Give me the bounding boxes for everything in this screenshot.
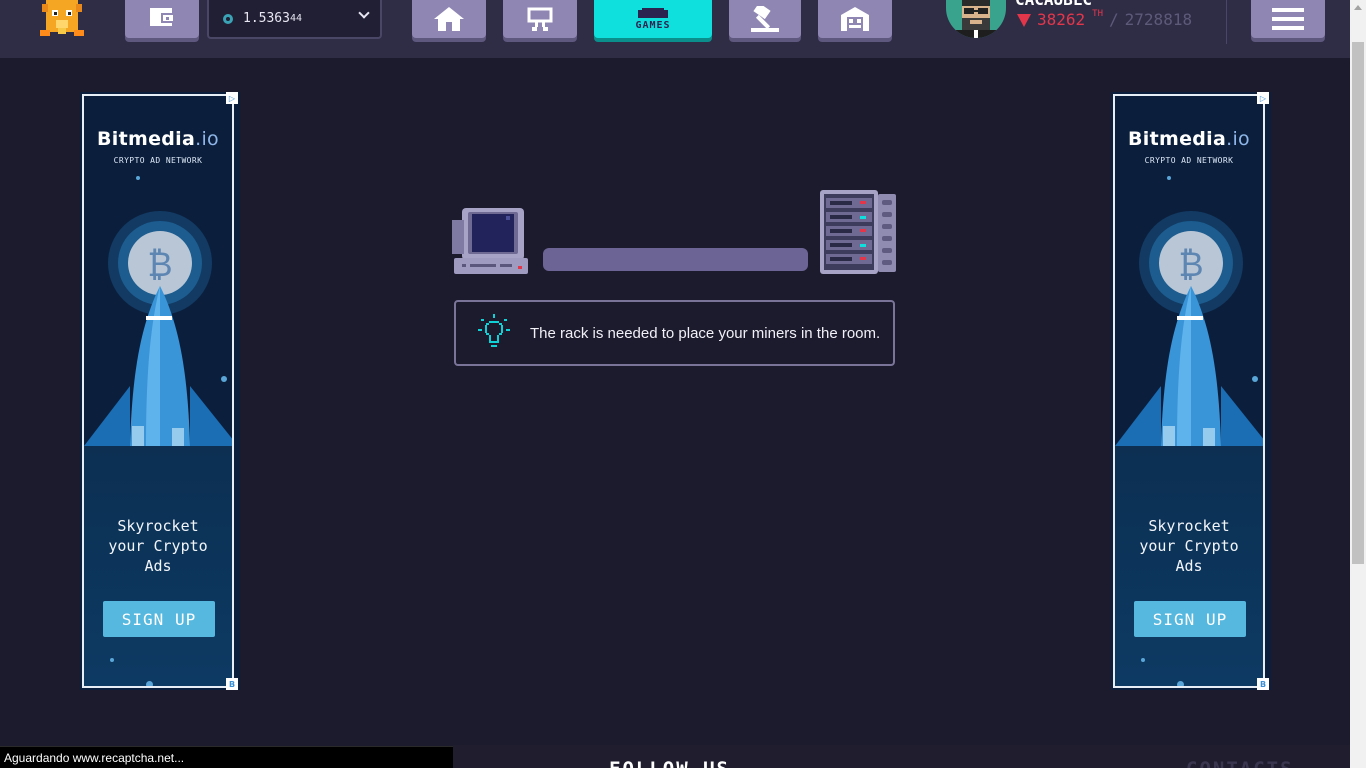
power-down-icon xyxy=(1017,14,1031,27)
balance-value: 1.5363 xyxy=(243,11,290,26)
rocket-illustration: ₿ xyxy=(84,211,232,446)
left-ad[interactable]: Bitmedia.io CRYPTO AD NETWORK ₿ Skyrocke… xyxy=(80,92,240,690)
market-icon xyxy=(527,7,553,31)
storage-button[interactable] xyxy=(818,0,892,38)
ad-signup-button[interactable]: SIGN UP xyxy=(1134,601,1246,637)
ad-network-label: CRYPTO AD NETWORK xyxy=(1144,156,1234,165)
username: CACAUBLC xyxy=(1015,0,1092,9)
menu-button[interactable] xyxy=(1251,0,1325,38)
top-header: 1.5363 44 GAMES 38262 TH / 2728818 xyxy=(0,0,1350,58)
market-button[interactable] xyxy=(503,0,577,38)
home-button[interactable] xyxy=(412,0,486,38)
power-value: 38262 xyxy=(1037,10,1086,29)
games-tab[interactable]: GAMES xyxy=(594,0,712,38)
scroll-up-arrow-icon[interactable] xyxy=(1354,5,1362,10)
ad-slogan: Skyrocket your Crypto Ads xyxy=(1139,517,1239,575)
storage-icon xyxy=(839,7,871,31)
gamepad-icon xyxy=(638,7,668,18)
chevron-down-icon xyxy=(358,7,370,19)
ad-star xyxy=(146,681,153,686)
ad-choices-icon[interactable]: ▷ xyxy=(226,92,238,104)
avatar[interactable] xyxy=(946,0,1006,38)
computer-icon xyxy=(452,208,530,280)
header-divider xyxy=(1226,0,1227,44)
follow-us-heading: FOLLOW US xyxy=(609,758,730,768)
wallet-button[interactable] xyxy=(125,0,199,38)
balance-small-digits: 44 xyxy=(289,13,303,24)
footer: FOLLOW US CONTACTS xyxy=(453,745,1350,768)
ad-slogan: Skyrocket your Crypto Ads xyxy=(108,517,208,575)
ad-star xyxy=(1167,176,1171,180)
ad-signup-button[interactable]: SIGN UP xyxy=(103,601,215,637)
contacts-heading: CONTACTS xyxy=(1186,758,1294,768)
svg-text:₿: ₿ xyxy=(147,245,172,285)
right-ad-frame: Bitmedia.io CRYPTO AD NETWORK ₿ Skyrocke… xyxy=(1113,94,1265,688)
right-ad[interactable]: Bitmedia.io CRYPTO AD NETWORK ₿ Skyrocke… xyxy=(1111,92,1271,690)
ad-badge-icon[interactable]: B xyxy=(226,678,238,690)
ad-star xyxy=(110,658,114,662)
hammer-icon xyxy=(749,6,781,32)
power-separator: / xyxy=(1109,10,1119,29)
ad-brand: Bitmedia.io xyxy=(1128,128,1250,150)
ad-choices-icon[interactable]: ▷ xyxy=(1257,92,1269,104)
svg-text:₿: ₿ xyxy=(1178,245,1203,285)
wallet-icon xyxy=(148,8,176,30)
tip-box: The rack is needed to place your miners … xyxy=(454,300,895,366)
power-total: 2728818 xyxy=(1124,10,1193,29)
ad-star xyxy=(136,176,140,180)
left-ad-frame: Bitmedia.io CRYPTO AD NETWORK ₿ Skyrocke… xyxy=(82,94,234,688)
lightbulb-icon xyxy=(478,314,510,352)
ad-badge-icon[interactable]: B xyxy=(1257,678,1269,690)
server-rack-icon xyxy=(820,190,898,280)
scroll-thumb[interactable] xyxy=(1352,42,1364,564)
hammer-button[interactable] xyxy=(729,0,801,38)
page-scrollbar[interactable] xyxy=(1350,0,1366,768)
games-label: GAMES xyxy=(635,19,671,31)
rocket-illustration: ₿ xyxy=(1115,211,1263,446)
coin-icon xyxy=(223,13,233,24)
power-unit: TH xyxy=(1092,9,1104,19)
ad-network-label: CRYPTO AD NETWORK xyxy=(113,156,203,165)
ad-brand: Bitmedia.io xyxy=(97,128,219,150)
ad-star xyxy=(1177,681,1184,686)
menu-icon xyxy=(1272,8,1304,30)
browser-status-bar: Aguardando www.recaptcha.net... xyxy=(0,746,453,768)
ad-star xyxy=(1141,658,1145,662)
power-stats: 38262 TH / 2728818 xyxy=(1017,9,1193,29)
fox-logo-icon[interactable] xyxy=(38,0,86,38)
balance-selector[interactable]: 1.5363 44 xyxy=(207,0,382,39)
tip-text: The rack is needed to place your miners … xyxy=(530,324,881,342)
home-icon xyxy=(434,7,464,31)
progress-bar xyxy=(543,248,808,271)
